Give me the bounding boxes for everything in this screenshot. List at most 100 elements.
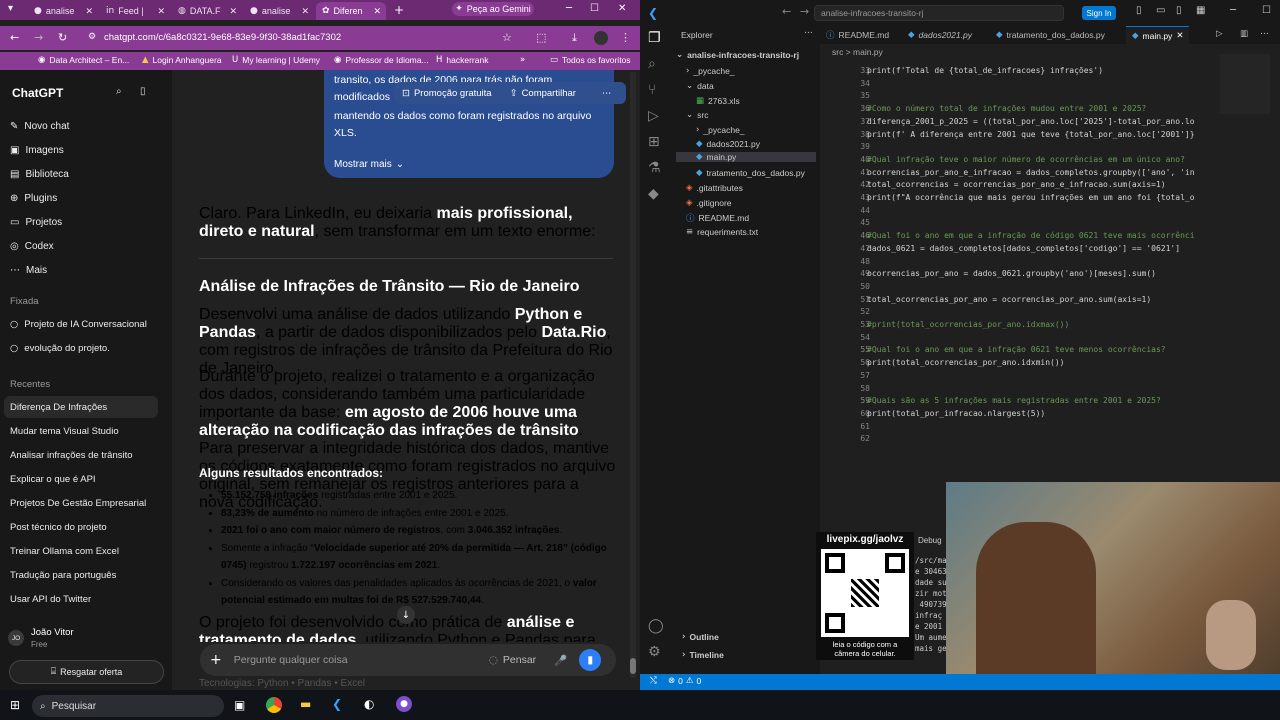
file-explorer-icon[interactable]: ▬: [300, 697, 311, 711]
search-icon[interactable]: ⌕: [648, 56, 656, 72]
browser-tab[interactable]: ● analise ✕: [244, 2, 314, 20]
browser-tab[interactable]: in Feed | ✕: [100, 2, 170, 20]
bookmark-item[interactable]: Hhackerrank: [436, 55, 488, 65]
run-debug-icon[interactable]: ▷: [648, 108, 659, 124]
editor-tab[interactable]: ⓘ README.md: [820, 26, 895, 44]
forward-icon[interactable]: →: [34, 31, 43, 44]
close-icon[interactable]: ✕: [157, 6, 165, 17]
tab-list-icon[interactable]: ▾: [8, 3, 13, 14]
task-view-icon[interactable]: ▣: [234, 698, 245, 712]
more-bookmarks-icon[interactable]: »: [520, 55, 525, 65]
nav-images[interactable]: ▣ Imagens: [10, 145, 64, 156]
more-actions-icon[interactable]: ⋯: [804, 28, 813, 38]
minimize-icon[interactable]: ─: [566, 3, 572, 14]
bookmark-item[interactable]: U My learning | Udemy: [232, 55, 320, 65]
recent-chat-item[interactable]: Tradução para português: [4, 564, 158, 586]
maximize-icon[interactable]: ☐: [590, 3, 599, 14]
close-icon[interactable]: ✕: [229, 6, 237, 17]
nav-more[interactable]: ⋯ Mais: [10, 265, 47, 276]
recent-chat-item[interactable]: Projetos De Gestão Empresarial: [4, 492, 158, 514]
tree-file[interactable]: ◈ .gitignore: [686, 198, 732, 208]
back-icon[interactable]: ←: [10, 31, 19, 44]
outline-section[interactable]: › Outline: [682, 632, 719, 642]
nav-plugins[interactable]: ⊕ Plugins: [10, 193, 57, 204]
timeline-section[interactable]: › Timeline: [682, 650, 724, 660]
customize-layout-icon[interactable]: ▦: [1196, 5, 1205, 16]
tree-file[interactable]: ◆ tratamento_dos_dados.py: [696, 168, 805, 178]
tree-file[interactable]: ⓘ README.md: [686, 212, 749, 224]
browser-tab[interactable]: ● analise ✕: [28, 2, 98, 20]
extensions-icon[interactable]: ⬚: [536, 31, 546, 44]
problems-indicator[interactable]: ⊗ 0 ⚠ 0: [668, 676, 701, 686]
python-icon[interactable]: ◆: [648, 186, 659, 202]
editor-tab-active[interactable]: ◆ main.py ✕: [1126, 26, 1190, 44]
tree-folder[interactable]: ⌄ src: [686, 110, 708, 120]
scrollbar-thumb[interactable]: [630, 658, 636, 674]
extensions-icon[interactable]: ⊞: [648, 134, 660, 150]
user-name[interactable]: João Vitor: [31, 627, 74, 638]
recent-chat-item[interactable]: Mudar tema Visual Studio: [4, 420, 158, 442]
sign-in-button[interactable]: Sign In: [1082, 6, 1116, 20]
close-icon[interactable]: ✕: [373, 6, 381, 17]
microphone-icon[interactable]: 🎤: [554, 654, 567, 667]
maximize-icon[interactable]: ☐: [1262, 5, 1271, 16]
editor-tab[interactable]: ◆ tratamento_dos_dados.py: [990, 26, 1111, 44]
debug-tab[interactable]: Debug: [914, 532, 946, 555]
nav-codex[interactable]: ◎ Codex: [10, 241, 54, 252]
share-button[interactable]: ⇪ Compartilhar: [510, 88, 576, 99]
taskbar-search[interactable]: ⌕ Pesquisar: [32, 695, 224, 717]
redeem-offer-button[interactable]: ⌸ Resgatar oferta: [9, 660, 164, 684]
nav-library[interactable]: ▤ Biblioteca: [10, 169, 69, 180]
split-editor-icon[interactable]: ▥: [1240, 29, 1248, 39]
tree-file-selected[interactable]: ◆ main.py: [676, 152, 816, 162]
back-icon[interactable]: ←: [782, 5, 791, 18]
source-control-icon[interactable]: ⑂: [648, 82, 656, 98]
avatar[interactable]: JO: [8, 630, 24, 646]
tree-folder[interactable]: › _pycache_: [686, 66, 735, 76]
url-field[interactable]: chatgpt.com/c/6a8c0321-9e68-83e9-9f30-38…: [78, 28, 518, 46]
github-desktop-icon[interactable]: ●: [396, 696, 412, 712]
download-icon[interactable]: ⤓: [572, 31, 577, 45]
search-icon[interactable]: ⌕: [116, 86, 122, 97]
testing-icon[interactable]: ⚗: [648, 160, 661, 176]
profile-avatar[interactable]: [594, 31, 608, 45]
all-bookmarks[interactable]: ▭ Todos os favoritos: [550, 55, 631, 65]
scrollbar[interactable]: [630, 72, 636, 678]
more-options-icon[interactable]: ⋯: [602, 88, 612, 99]
recent-chat-item[interactable]: Usar API do Twitter: [4, 588, 158, 610]
files-icon[interactable]: ❐: [648, 30, 661, 46]
pinned-item[interactable]: ○ evolução do projeto.: [10, 343, 110, 354]
close-icon[interactable]: ✕: [85, 6, 93, 17]
tree-file[interactable]: ◆ dados2021.py: [696, 139, 760, 149]
vscode-icon[interactable]: ❮: [332, 697, 342, 711]
sidebar-toggle-icon[interactable]: ▯: [140, 86, 146, 97]
browser-tab[interactable]: ◍ DATA.F ✕: [172, 2, 242, 20]
panel-icon[interactable]: ▭: [1156, 5, 1165, 16]
recent-chat-item[interactable]: Post técnico do projeto: [4, 516, 158, 538]
bookmark-item[interactable]: ◉ Data Architect – En...: [38, 55, 129, 65]
more-actions-icon[interactable]: ⋯: [1260, 29, 1269, 39]
tree-file[interactable]: ◈ .gitattributes: [686, 183, 743, 193]
nav-projects[interactable]: ▭ Projetos: [10, 217, 62, 228]
remote-icon[interactable]: ⤭: [650, 676, 657, 686]
breadcrumb[interactable]: src > main.py: [832, 47, 883, 57]
reload-icon[interactable]: ↻: [58, 31, 67, 44]
show-more-button[interactable]: Mostrar mais ⌄: [334, 156, 604, 173]
run-icon[interactable]: ▷: [1216, 29, 1223, 39]
voice-mode-icon[interactable]: ▮: [579, 649, 602, 671]
plus-icon[interactable]: +: [210, 652, 222, 668]
tree-file[interactable]: ≡ requeriments.txt: [686, 227, 758, 237]
layout-icon[interactable]: ▯: [1136, 5, 1142, 16]
close-icon[interactable]: ✕: [1176, 31, 1183, 41]
project-folder[interactable]: ⌄ analise-infracoes-transito-rj: [676, 50, 799, 60]
pinned-item[interactable]: ○ Projeto de IA Conversacional: [10, 319, 147, 330]
editor-tab[interactable]: ◆ dados2021.py: [902, 26, 978, 44]
tree-folder[interactable]: ⌄ data: [686, 81, 714, 91]
windows-start-icon[interactable]: ⊞: [10, 698, 20, 712]
menu-icon[interactable]: ⋮: [620, 31, 631, 44]
bookmark-item[interactable]: ▲ Login Anhanguera: [142, 55, 222, 65]
account-icon[interactable]: ◯: [648, 618, 664, 634]
scroll-down-icon[interactable]: ↓: [397, 606, 415, 624]
think-button[interactable]: Pensar: [503, 654, 536, 666]
browser-tab-active[interactable]: ✿ Diferen ✕: [316, 2, 386, 20]
